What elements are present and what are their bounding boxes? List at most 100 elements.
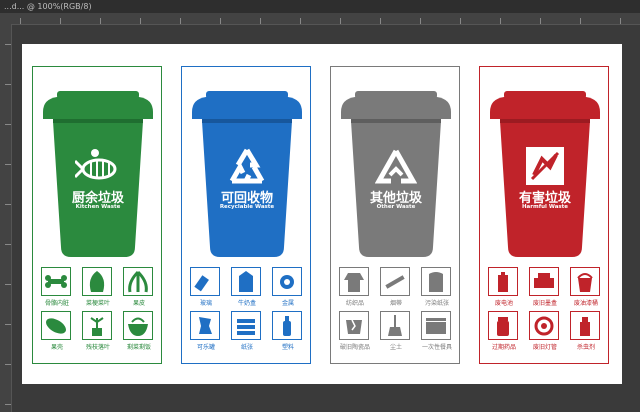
ruler-tick	[5, 44, 11, 45]
peanut-icon	[46, 318, 66, 334]
item-plastic: 塑料	[272, 311, 304, 353]
ruler-tick	[5, 204, 11, 205]
item-label: 塑料	[281, 344, 294, 351]
cigarette-icon	[385, 275, 405, 289]
spray-can-icon	[580, 317, 590, 336]
item-bones: 骨骼内脏	[41, 267, 73, 309]
item-leftovers: 剩菜剩饭	[123, 311, 155, 353]
ruler-tick	[20, 18, 21, 24]
item-milk-box: 牛奶盒	[231, 267, 263, 309]
item-ink-cartridge: 废旧墨盒	[529, 267, 561, 309]
horizontal-ruler	[0, 13, 640, 25]
ruler-tick	[5, 404, 11, 405]
bin-title-en: Recyclable Waste	[219, 204, 275, 210]
ruler-tick	[5, 124, 11, 125]
milk-carton-icon	[239, 271, 253, 292]
ruler-tick	[580, 18, 581, 24]
item-label: 剩菜剩饭	[126, 344, 151, 351]
ruler-tick	[300, 18, 301, 24]
peel-icon	[128, 270, 148, 293]
ruler-tick	[60, 18, 61, 24]
ruler-tick	[540, 18, 541, 24]
item-can: 可乐罐	[190, 311, 222, 353]
item-glass: 玻璃	[190, 267, 222, 309]
item-label: 污染纸张	[424, 300, 449, 307]
ruler-tick	[5, 84, 11, 85]
panel-kitchen-waste: 厨余垃圾 Kitchen Waste 骨骼内脏 菜梗菜叶 果皮 果壳 残枝落叶 …	[32, 66, 162, 364]
ruler-tick	[340, 18, 341, 24]
item-label: 玻璃	[199, 300, 212, 307]
pill-bottle-icon	[497, 317, 509, 336]
printer-icon	[534, 273, 554, 288]
ruler-tick	[620, 18, 621, 24]
item-paper: 纸张	[231, 311, 263, 353]
panel-recyclable-waste: 可回收物 Recyclable Waste 玻璃 牛奶盒 金属 可乐罐 纸张 塑…	[181, 66, 311, 364]
plastic-bottle-icon	[283, 316, 291, 336]
ruler-tick	[5, 324, 11, 325]
ruler-tick	[140, 18, 141, 24]
item-label: 果皮	[132, 300, 145, 307]
ruler-tick	[500, 18, 501, 24]
harmful-icon	[526, 147, 564, 185]
item-medicine: 过期药品	[488, 311, 520, 353]
item-shell: 果壳	[41, 311, 73, 353]
fish-bone-icon	[75, 149, 117, 180]
artboard[interactable]: 厨余垃圾 Kitchen Waste 骨骼内脏 菜梗菜叶 果皮 果壳 残枝落叶 …	[22, 44, 622, 384]
ruler-tick	[100, 18, 101, 24]
item-label: 骨骼内脏	[44, 300, 69, 307]
item-metal: 金属	[272, 267, 304, 309]
item-branch: 残枝落叶	[82, 311, 114, 353]
triangle-arrow-icon	[375, 149, 417, 184]
bottle-icon	[194, 275, 209, 292]
ruler-tick	[460, 18, 461, 24]
item-label: 一次性餐具	[421, 344, 452, 351]
bucket-icon	[577, 273, 593, 292]
item-paint-bucket: 废油漆桶	[570, 267, 602, 309]
item-label: 金属	[281, 300, 294, 307]
broom-icon	[388, 315, 402, 336]
item-label: 残枝落叶	[85, 344, 110, 351]
item-label: 废旧墨盒	[532, 300, 557, 307]
ruler-tick	[260, 18, 261, 24]
ruler-tick	[5, 164, 11, 165]
item-ceramic: 破旧陶瓷品	[339, 311, 371, 353]
ruler-tick	[5, 364, 11, 365]
ruler-tick	[220, 18, 221, 24]
ruler-tick	[5, 244, 11, 245]
item-label: 破旧陶瓷品	[339, 344, 370, 351]
tissue-icon	[429, 272, 443, 292]
item-peel: 果皮	[123, 267, 155, 309]
lamp-icon	[534, 316, 554, 336]
item-label: 果壳	[50, 344, 63, 351]
broken-cup-icon	[346, 319, 362, 334]
bowl-icon	[128, 317, 148, 336]
item-battery: 废电池	[488, 267, 520, 309]
battery-icon	[498, 272, 508, 292]
item-label: 杀虫剂	[576, 344, 595, 351]
item-label: 菜梗菜叶	[85, 300, 110, 307]
item-disposable: 一次性餐具	[421, 311, 453, 353]
paper-stack-icon	[237, 319, 255, 335]
ruler-tick	[180, 18, 181, 24]
recycle-icon	[229, 148, 265, 184]
item-dust: 尘土	[380, 311, 412, 353]
item-pesticide: 杀虫剂	[570, 311, 602, 353]
item-label: 过期药品	[491, 344, 516, 351]
item-textile: 纺织品	[339, 267, 371, 309]
item-label: 牛奶盒	[237, 300, 256, 307]
item-label: 尘土	[389, 344, 402, 351]
gear-icon	[280, 275, 294, 289]
item-label: 废油漆桶	[573, 300, 598, 307]
ruler-tick	[420, 18, 421, 24]
leaf-icon	[89, 271, 105, 292]
item-lamp-tube: 废旧灯管	[529, 311, 561, 353]
ruler-tick	[5, 284, 11, 285]
vertical-ruler	[0, 24, 12, 412]
item-label: 纺织品	[345, 300, 364, 307]
coat-icon	[344, 273, 364, 292]
ruler-tick	[380, 18, 381, 24]
bin-title-en: Harmful Waste	[521, 204, 569, 210]
bin-title-en: Other Waste	[376, 204, 416, 210]
lunchbox-icon	[426, 318, 446, 334]
item-label: 纸张	[240, 344, 253, 351]
